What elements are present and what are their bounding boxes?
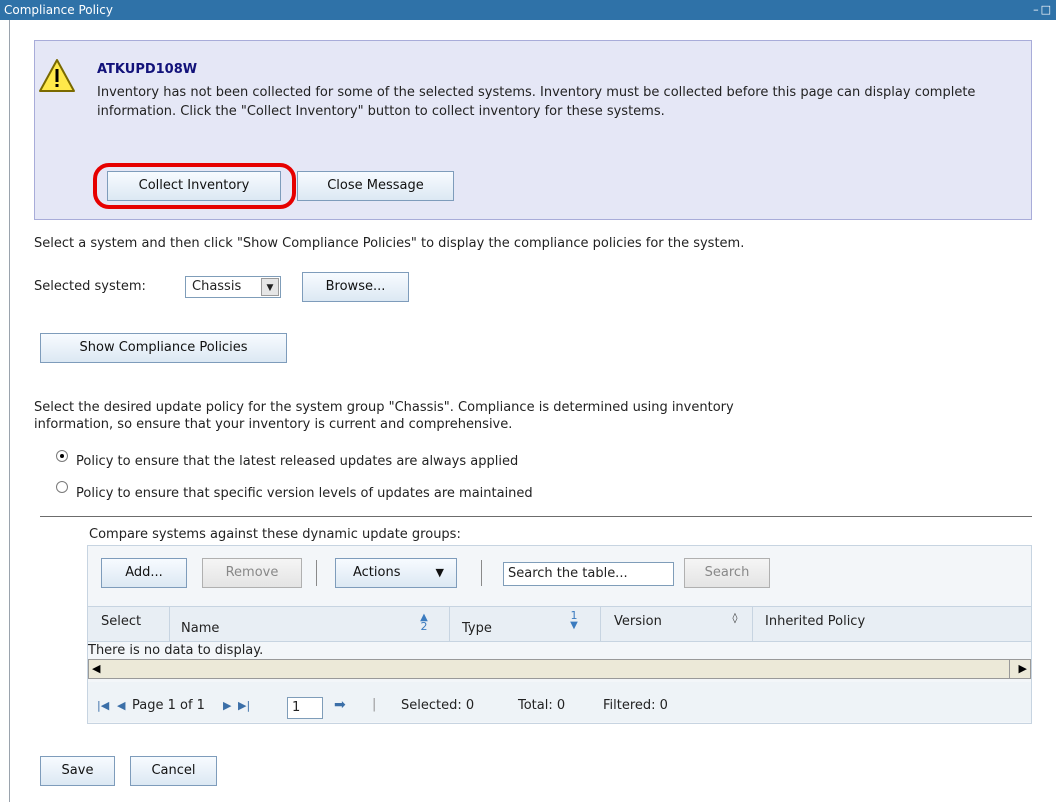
policy-specific-radio[interactable] [56, 481, 68, 493]
sort-unsorted-icon[interactable]: ◊ [729, 614, 741, 624]
selected-count: Selected: 0 [401, 698, 475, 713]
window-titlebar: Compliance Policy –□ [0, 0, 1056, 20]
show-compliance-policies-button[interactable]: Show Compliance Policies [40, 333, 287, 363]
sort-ascending-icon[interactable]: ▲ 2 [418, 613, 430, 633]
policy-latest-label[interactable]: Policy to ensure that the latest release… [76, 454, 518, 469]
highlight-annotation [93, 163, 296, 209]
page-label: Page 1 of 1 [132, 698, 205, 713]
search-button[interactable]: Search [684, 558, 770, 588]
column-separator [600, 606, 601, 642]
column-separator [752, 606, 753, 642]
selected-system-label: Selected system: [34, 279, 146, 294]
frame-border [9, 20, 10, 802]
actions-label: Actions [353, 565, 401, 580]
toolbar-separator [481, 560, 482, 586]
last-page-icon[interactable]: ▶| [238, 699, 250, 712]
next-page-icon[interactable]: ▶ [223, 699, 231, 712]
page-number-input[interactable]: 1 [287, 697, 323, 719]
scroll-divider [1009, 660, 1010, 678]
filtered-count: Filtered: 0 [603, 698, 668, 713]
message-id: ATKUPD108W [97, 62, 198, 77]
system-select-value: Chassis [192, 279, 242, 294]
message-text: Inventory has not been collected for som… [97, 85, 976, 119]
browse-button[interactable]: Browse... [302, 272, 409, 302]
search-input[interactable]: Search the table... [503, 562, 674, 586]
previous-page-icon[interactable]: ◀ [117, 699, 125, 712]
close-message-button[interactable]: Close Message [297, 171, 454, 201]
column-separator [169, 606, 170, 642]
first-page-icon[interactable]: |◀ [97, 699, 109, 712]
divider [40, 516, 1032, 517]
sort-priority-name: 2 [420, 620, 428, 633]
cancel-button[interactable]: Cancel [130, 756, 217, 786]
toolbar-separator [316, 560, 317, 586]
horizontal-scrollbar[interactable]: ◀ ▶ [88, 659, 1031, 679]
column-header-select: Select [101, 614, 142, 629]
table-header [88, 606, 1031, 642]
scroll-right-icon[interactable]: ▶ [1019, 662, 1027, 675]
empty-table-message: There is no data to display. [88, 643, 264, 658]
column-header-name[interactable]: Name [181, 621, 219, 636]
policy-specific-label[interactable]: Policy to ensure that specific version l… [76, 486, 533, 501]
window-title: Compliance Policy [4, 3, 113, 17]
system-select[interactable]: Chassis ▼ [185, 276, 281, 298]
sort-descending-icon[interactable]: 1 ▼ [568, 609, 580, 631]
column-header-type[interactable]: Type [462, 621, 492, 636]
column-separator [449, 606, 450, 642]
window-controls[interactable]: –□ [1033, 0, 1053, 20]
policy-latest-radio[interactable] [56, 450, 68, 462]
save-button[interactable]: Save [40, 756, 115, 786]
policy-instruction-line1: Select the desired update policy for the… [34, 400, 734, 415]
actions-dropdown[interactable]: Actions ▼ [335, 558, 457, 588]
caret-down-icon: ▼ [435, 566, 444, 579]
policy-instruction-line2: information, so ensure that your invento… [34, 417, 513, 432]
scroll-left-icon[interactable]: ◀ [92, 662, 100, 675]
chevron-down-icon[interactable]: ▼ [261, 278, 279, 296]
groups-table-caption: Compare systems against these dynamic up… [89, 527, 461, 542]
sort-priority-type: 1 [570, 609, 578, 622]
go-arrow-icon[interactable]: ➡ [334, 697, 346, 713]
column-header-version[interactable]: Version [614, 614, 662, 629]
remove-button[interactable]: Remove [202, 558, 302, 588]
add-button[interactable]: Add... [101, 558, 187, 588]
pager-separator: | [372, 697, 377, 712]
column-header-inherited-policy[interactable]: Inherited Policy [765, 614, 865, 629]
total-count: Total: 0 [518, 698, 566, 713]
system-instruction: Select a system and then click "Show Com… [34, 236, 745, 251]
warning-icon [39, 59, 75, 92]
